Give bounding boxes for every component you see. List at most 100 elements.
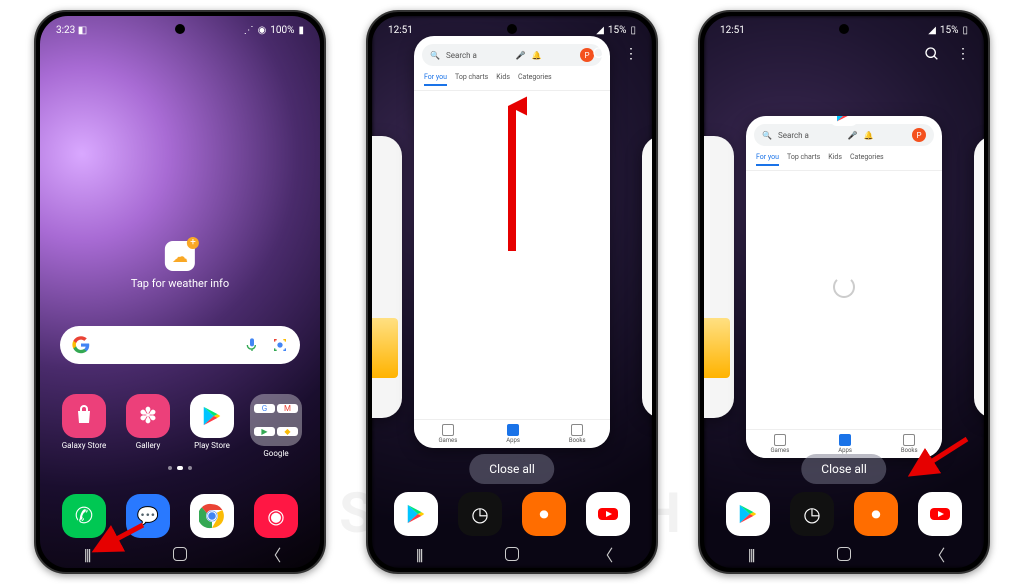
google-logo-icon (72, 336, 90, 354)
nav-games[interactable]: Games (438, 424, 457, 444)
nav-home[interactable] (835, 545, 853, 563)
close-all-button[interactable]: Close all (469, 454, 554, 484)
nav-apps[interactable]: Apps (838, 434, 852, 454)
playstore-tabs: For you Top charts Kids Categories (414, 70, 610, 91)
nav-back[interactable]: 〈 (264, 545, 282, 563)
dock: ◷ ⏺ (704, 492, 984, 536)
phone-3: 12:51 ◢ 15% ▯ ⋮ same,official (698, 10, 990, 574)
search-icon[interactable] (924, 46, 940, 66)
search-icon: 🔍 (430, 51, 440, 60)
nav-apps[interactable]: Apps (506, 424, 520, 444)
nav-back[interactable]: 〈 (596, 545, 614, 563)
recents-card-prev[interactable]: of course,all the officialy phone (372, 136, 402, 418)
status-right: ⋰ ◉ 100% ▮ (244, 25, 304, 36)
wifi-icon: ⋰ (244, 25, 254, 36)
search-icon[interactable] (592, 46, 608, 66)
recents-card-next[interactable] (974, 136, 984, 418)
camera-hole (839, 24, 849, 34)
tab-for-you[interactable]: For you (756, 150, 779, 166)
playstore-bottom-nav: Games Apps Books (414, 419, 610, 448)
dock-youtube[interactable] (911, 492, 969, 536)
home-apps-row: Galaxy Store ✽ Gallery Play Store G M ▶ … (40, 394, 320, 458)
search-placeholder: Search a (446, 51, 477, 60)
battery-icon: ◉ (258, 25, 267, 36)
battery-shape: ▯ (962, 25, 968, 36)
loading-spinner-icon (833, 276, 855, 298)
recents-card-prev[interactable]: same,official (704, 136, 734, 418)
nav-games[interactable]: Games (770, 434, 789, 454)
tab-for-you[interactable]: For you (424, 70, 447, 86)
more-icon[interactable]: ⋮ (956, 46, 970, 66)
status-time: 3:23 ◧ (56, 25, 87, 36)
weather-label: Tap for weather info (131, 277, 229, 290)
nav-recents[interactable]: ||| (410, 545, 428, 563)
dock-youtube[interactable] (579, 492, 637, 536)
status-time: 12:51 (720, 25, 745, 36)
dock-speedtest[interactable]: ◷ (451, 492, 509, 536)
phone-triptych: 3:23 ◧ ⋰ ◉ 100% ▮ ☁ + Tap for weather in… (0, 0, 1024, 584)
search-placeholder: Search a (778, 131, 809, 140)
arrow-to-recents (88, 520, 148, 560)
dock: ✆ 💬 ◉ (40, 494, 320, 538)
dock-play[interactable] (719, 492, 777, 536)
nav-bar: ||| 〈 (372, 540, 652, 568)
tab-top-charts[interactable]: Top charts (455, 70, 488, 86)
app-label: Gallery (136, 441, 161, 450)
playstore-search[interactable]: 🔍 Search a 🎤 🔔 P (754, 124, 934, 146)
status-right: ◢ 15% ▯ (928, 25, 968, 36)
signal-icon: ◢ (596, 25, 604, 36)
page-indicator (168, 466, 192, 470)
wallpaper (40, 16, 320, 568)
phone-2: 12:51 ◢ 15% ▯ ⋮ of course,all the offici… (366, 10, 658, 574)
app-google-folder[interactable]: G M ▶ ◆ Google (247, 394, 305, 458)
google-search-bar[interactable] (60, 326, 300, 364)
arrow-to-close-all (902, 434, 972, 484)
tab-kids[interactable]: Kids (828, 150, 842, 166)
app-label: Google (263, 449, 288, 458)
status-time: 12:51 (388, 25, 413, 36)
phone-1: 3:23 ◧ ⋰ ◉ 100% ▮ ☁ + Tap for weather in… (34, 10, 326, 574)
avatar[interactable]: P (912, 128, 926, 142)
nav-recents[interactable]: ||| (742, 545, 760, 563)
tab-top-charts[interactable]: Top charts (787, 150, 820, 166)
bell-icon: 🔔 (863, 131, 873, 140)
nav-bar: ||| 〈 (40, 540, 320, 568)
tab-categories[interactable]: Categories (850, 150, 884, 166)
search-icon: 🔍 (762, 131, 772, 140)
signal-icon: ◢ (928, 25, 936, 36)
tab-categories[interactable]: Categories (518, 70, 552, 86)
recents-card-next[interactable] (642, 136, 652, 418)
weather-icon: ☁ + (165, 241, 195, 271)
tab-kids[interactable]: Kids (496, 70, 510, 86)
nav-books[interactable]: Books (569, 424, 586, 444)
mic-icon: 🎤 (847, 131, 857, 140)
playstore-app-icon (830, 116, 858, 126)
recents-card-main[interactable]: 🔍 Search a 🎤 🔔 P For you Top charts Kids… (746, 116, 942, 458)
battery-text: 100% (270, 25, 294, 36)
app-label: Galaxy Store (62, 441, 107, 450)
dock-speedtest[interactable]: ◷ (783, 492, 841, 536)
recents-toolbar: ⋮ (592, 46, 638, 66)
lens-icon[interactable] (272, 337, 288, 353)
weather-widget[interactable]: ☁ + Tap for weather info (131, 241, 229, 290)
nav-back[interactable]: 〈 (928, 545, 946, 563)
dock-chrome[interactable] (183, 494, 241, 538)
app-galaxy-store[interactable]: Galaxy Store (55, 394, 113, 458)
dock: ◷ ⏺ (372, 492, 652, 536)
app-play-store[interactable]: Play Store (183, 394, 241, 458)
recents-stack: same,official 🔍 Search a 🎤 🔔 P (704, 86, 984, 448)
dock-camera[interactable]: ◉ (247, 494, 305, 538)
playstore-search[interactable]: 🔍 Search a 🎤 🔔 P (422, 44, 602, 66)
nav-home[interactable] (503, 545, 521, 563)
dock-recorder[interactable]: ⏺ (847, 492, 905, 536)
mic-icon[interactable] (244, 337, 260, 353)
camera-hole (507, 24, 517, 34)
nav-home[interactable] (171, 545, 189, 563)
close-all-button[interactable]: Close all (801, 454, 886, 484)
battery-text: 15% (940, 25, 959, 36)
dock-play[interactable] (387, 492, 445, 536)
app-gallery[interactable]: ✽ Gallery (119, 394, 177, 458)
more-icon[interactable]: ⋮ (624, 46, 638, 66)
dock-recorder[interactable]: ⏺ (515, 492, 573, 536)
app-label: Play Store (194, 441, 230, 450)
